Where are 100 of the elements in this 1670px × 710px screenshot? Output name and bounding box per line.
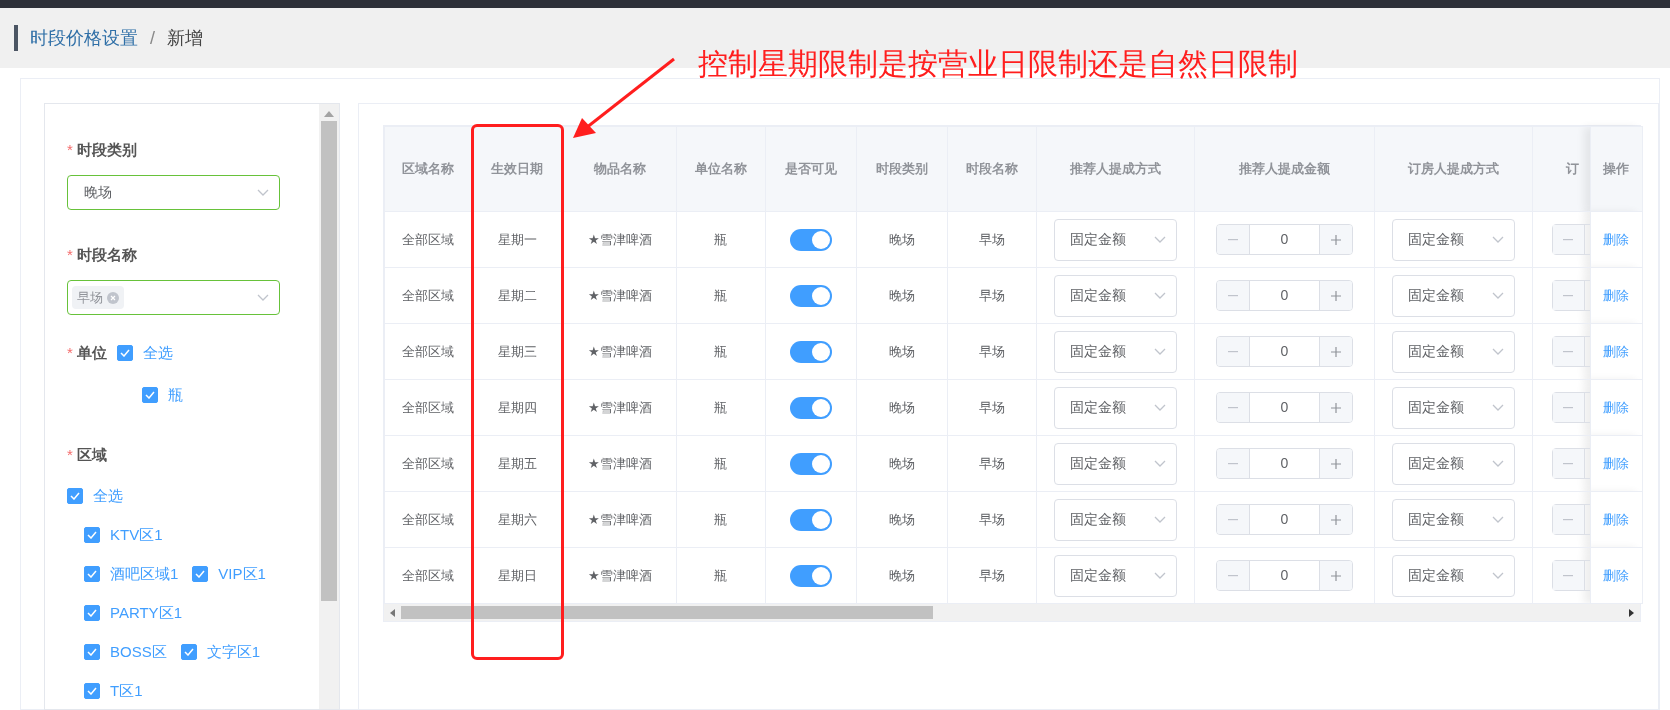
minus-icon[interactable] [1216, 225, 1249, 254]
select-field[interactable]: 固定金额 [1391, 330, 1515, 373]
scroll-left-icon[interactable] [389, 608, 395, 617]
stepper-value: 0 [1248, 225, 1320, 254]
table-cell: 晚场 [888, 511, 915, 527]
plus-icon[interactable] [1319, 393, 1352, 422]
checkbox[interactable] [84, 566, 100, 582]
select-field[interactable]: 固定金额 [1391, 442, 1515, 485]
field-label: 时段名称 [76, 245, 137, 265]
select-value: 晚场 [84, 183, 112, 202]
minus-icon[interactable] [1216, 281, 1249, 310]
table-cell: ★雪津啤酒 [588, 343, 652, 359]
minus-icon[interactable] [1216, 505, 1249, 534]
checkbox[interactable] [84, 527, 100, 543]
stepper-value: 0 [1248, 449, 1320, 478]
minus-icon[interactable] [1216, 561, 1249, 590]
toggle-switch[interactable] [789, 452, 832, 475]
table-cell: 晚场 [888, 231, 915, 247]
select-value: 固定金额 [1069, 342, 1126, 361]
minus-icon[interactable] [1216, 449, 1249, 478]
number-stepper[interactable]: 0 [1215, 280, 1353, 311]
table-cell: 全部区域 [401, 511, 454, 527]
toggle-switch[interactable] [789, 228, 832, 251]
chevron-down-icon [1153, 292, 1166, 299]
stepper-value: 0 [1248, 505, 1320, 534]
column-header: 是否可见 [784, 161, 837, 177]
breadcrumb-link[interactable]: 时段价格设置 [30, 24, 138, 52]
plus-icon[interactable] [1319, 505, 1352, 534]
checkbox[interactable] [84, 605, 100, 621]
table-cell: 全部区域 [401, 567, 454, 583]
table-cell: 晚场 [888, 567, 915, 583]
toggle-switch[interactable] [789, 564, 832, 587]
select-value: 固定金额 [1407, 286, 1464, 305]
plus-icon[interactable] [1319, 449, 1352, 478]
table-cell: 星期六 [497, 511, 537, 527]
checkbox[interactable] [192, 566, 209, 582]
scroll-up-icon[interactable] [323, 111, 334, 117]
column-header: 时段名称 [965, 161, 1018, 177]
column-header: 物品名称 [593, 161, 646, 177]
table-cell: 星期二 [497, 287, 537, 303]
select-value: 固定金额 [1069, 230, 1126, 249]
select-field[interactable]: 固定金额 [1053, 218, 1177, 261]
chevron-down-icon [1491, 572, 1504, 579]
select-field[interactable]: 固定金额 [1391, 386, 1515, 429]
plus-icon[interactable] [1319, 281, 1352, 310]
toggle-switch[interactable] [789, 284, 832, 307]
scroll-right-icon[interactable] [1628, 608, 1634, 617]
table-cell: ★雪津啤酒 [588, 399, 652, 415]
number-stepper[interactable]: 0 [1215, 392, 1353, 423]
select-field[interactable]: 固定金额 [1053, 442, 1177, 485]
select-field[interactable]: 固定金额 [1391, 218, 1515, 261]
chevron-down-icon [1153, 572, 1166, 579]
select-field[interactable]: 固定金额 [1391, 554, 1515, 597]
select-value: 固定金额 [1407, 398, 1464, 417]
field-label: 单位 [76, 343, 107, 363]
select-field[interactable]: 晚场 [67, 175, 280, 210]
check-icon [119, 349, 130, 357]
toggle-switch[interactable] [789, 340, 832, 363]
plus-icon[interactable] [1319, 561, 1352, 590]
toggle-switch[interactable] [789, 508, 832, 531]
table-cell: 早场 [978, 287, 1005, 303]
table-cell: 早场 [978, 511, 1005, 527]
number-stepper[interactable]: 0 [1215, 336, 1353, 367]
select-field[interactable]: 固定金额 [1053, 386, 1177, 429]
chevron-down-icon [1153, 516, 1166, 523]
select-field[interactable]: 固定金额 [1053, 498, 1177, 541]
column-header: 生效日期 [491, 161, 544, 177]
column-header: 时段类别 [875, 161, 928, 177]
select-field[interactable]: 固定金额 [1391, 498, 1515, 541]
minus-icon[interactable] [1216, 337, 1249, 366]
plus-icon[interactable] [1319, 225, 1352, 254]
checkbox[interactable] [84, 683, 100, 699]
minus-icon[interactable] [1216, 393, 1249, 422]
scrollbar[interactable] [383, 604, 1640, 621]
plus-icon[interactable] [1319, 337, 1352, 366]
checkbox[interactable] [180, 644, 197, 660]
number-stepper[interactable]: 0 [1215, 448, 1353, 479]
select-value: 固定金额 [1069, 454, 1126, 473]
toggle-switch[interactable] [789, 396, 832, 419]
select-field[interactable]: 固定金额 [1053, 274, 1177, 317]
scrollbar[interactable] [318, 104, 339, 709]
checkbox[interactable] [84, 644, 100, 660]
select-field[interactable]: 固定金额 [1053, 554, 1177, 597]
number-stepper[interactable]: 0 [1215, 504, 1353, 535]
number-stepper[interactable]: 0 [1215, 224, 1353, 255]
breadcrumb-separator: / [150, 26, 155, 50]
number-stepper[interactable]: 0 [1215, 560, 1353, 591]
select-value: 固定金额 [1069, 398, 1126, 417]
check-icon [87, 609, 97, 617]
close-icon[interactable] [107, 291, 119, 304]
select-value: 固定金额 [1069, 566, 1126, 585]
select-value: 固定金额 [1407, 342, 1464, 361]
table-cell: ★雪津啤酒 [588, 287, 652, 303]
column-header: 单位名称 [694, 161, 747, 177]
checkbox[interactable] [142, 387, 158, 403]
select-field[interactable]: 固定金额 [1053, 330, 1177, 373]
checkbox[interactable] [116, 345, 133, 361]
select-field[interactable]: 固定金额 [1391, 274, 1515, 317]
checkbox[interactable] [67, 488, 83, 504]
field-label: 时段类别 [76, 140, 137, 160]
